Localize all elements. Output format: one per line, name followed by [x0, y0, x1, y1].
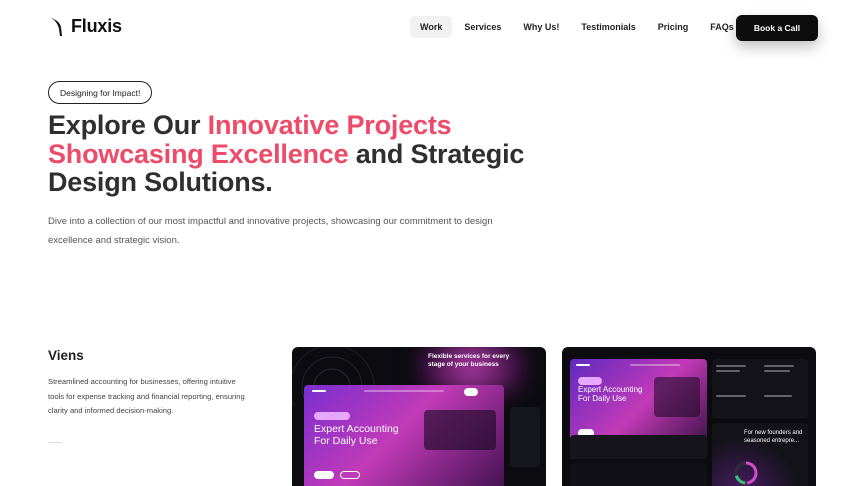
card-side-text: For new founders and seasoned entrepre..… — [744, 430, 803, 444]
main-menu: Work Services Why Us! Testimonials Prici… — [410, 16, 746, 38]
feather-logo-icon — [51, 17, 62, 36]
project-title: Viens — [48, 348, 84, 363]
promo-panel: For new founders and seasoned entrepre..… — [712, 423, 808, 486]
headline-part: Explore Our — [48, 110, 208, 140]
top-navbar: Fluxis Work Services Why Us! Testimonial… — [0, 0, 864, 56]
page-headline: Explore Our Innovative Projects Showcasin… — [48, 111, 648, 197]
logos-strip — [570, 435, 707, 459]
nav-item-pricing[interactable]: Pricing — [648, 16, 699, 38]
headline-highlight: Innovative Projects — [207, 110, 452, 140]
nav-item-work[interactable]: Work — [410, 16, 453, 38]
nav-item-testimonials[interactable]: Testimonials — [571, 16, 645, 38]
nav-item-services[interactable]: Services — [454, 16, 511, 38]
card-hero-text: Expert Accounting For Daily Use — [578, 385, 643, 403]
project-preview-card-1[interactable]: Flexible services for every stage of you… — [292, 347, 546, 486]
book-a-call-button[interactable]: Book a Call — [736, 15, 818, 41]
side-mockup — [510, 407, 540, 467]
headline-part: and Strategic — [348, 138, 525, 169]
donut-chart-icon — [734, 461, 758, 485]
bottom-tile — [570, 463, 707, 486]
site-mockup: · · Expert Accounting For Daily Use · · — [304, 385, 504, 486]
brand-logo[interactable]: Fluxis — [49, 16, 122, 37]
headline-highlight: Showcasing Excellence — [48, 138, 349, 169]
headline-part: Design Solutions. — [48, 167, 273, 197]
project-description: Streamlined accounting for businesses, o… — [48, 377, 245, 415]
hero-subtitle: Dive into a collection of our most impac… — [48, 216, 493, 246]
nav-item-why-us[interactable]: Why Us! — [513, 16, 569, 38]
tagline-badge: Designing for Impact! — [48, 81, 153, 104]
card-hero-text: Expert Accounting For Daily Use — [314, 423, 399, 447]
divider — [48, 442, 62, 443]
brand-name: Fluxis — [71, 16, 122, 36]
project-preview-card-2[interactable]: · Expert Accounting For Daily Use · For … — [562, 347, 816, 486]
feature-tiles — [712, 359, 808, 419]
card-banner-text: Flexible services for every stage of you… — [428, 353, 510, 368]
